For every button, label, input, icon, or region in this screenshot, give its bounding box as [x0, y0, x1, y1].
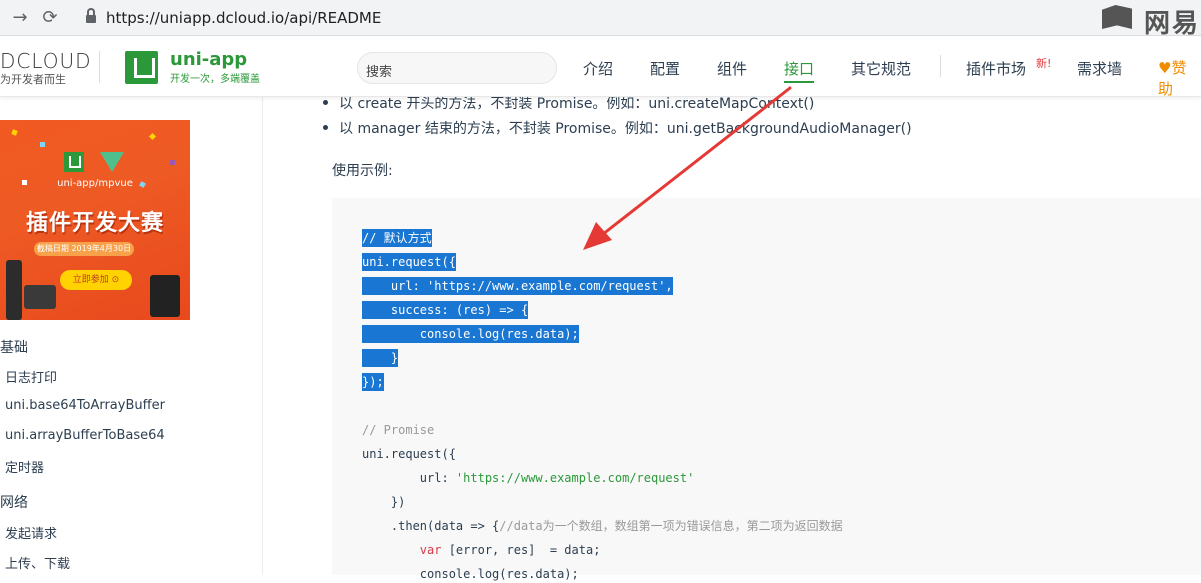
code-line: uni.request({	[362, 447, 456, 461]
nav-components[interactable]: 组件	[717, 58, 747, 79]
device-illustration	[150, 275, 180, 317]
sidebar-item-upload-download[interactable]: 上传、下载	[5, 553, 70, 572]
nav-other-specs[interactable]: 其它规范	[851, 58, 911, 79]
nav-intro[interactable]: 介绍	[583, 58, 613, 79]
dcloud-logo[interactable]: DCLOUD	[0, 49, 92, 73]
code-line: // Promise	[362, 423, 435, 437]
banner-title: 插件开发大赛	[25, 211, 164, 236]
new-badge: 新!	[1036, 57, 1052, 70]
code-line: });	[362, 373, 384, 391]
uni-app-logo-icon[interactable]	[125, 51, 158, 84]
nav-plugin-market[interactable]: 插件市场	[966, 58, 1026, 79]
sidebar-item-arraybuffer-to-base64[interactable]: uni.arrayBufferToBase64	[5, 428, 165, 443]
lock-icon	[86, 8, 96, 24]
code-line: url: 'https://www.example.com/request',	[362, 277, 673, 295]
code-line: })	[362, 495, 406, 509]
reload-icon[interactable]: ⟳	[38, 6, 62, 30]
code-line: url: 'https://www.example.com/request'	[362, 471, 695, 485]
search-input[interactable]: 搜索	[357, 52, 557, 84]
banner-subtitle: uni-app/mpvue	[57, 178, 133, 189]
code-line: .then(data => {//data为一个数组，数组第一项为错误信息，第二…	[362, 519, 843, 533]
uni-app-badge-icon	[64, 152, 84, 172]
banner-deadline: 截稿日期 2019年4月30日	[34, 242, 134, 256]
heart-icon: ♥	[1158, 59, 1172, 77]
device-illustration	[6, 260, 22, 320]
sidebar-group-basic[interactable]: 基础	[0, 337, 28, 357]
site-header: DCLOUD 为开发者而生 uni-app 开发一次，多端覆盖 搜索 介绍 配置…	[0, 37, 1201, 99]
search-placeholder: 搜索	[366, 65, 393, 80]
code-line: uni.request({	[362, 253, 456, 271]
main-content: 以 create 开头的方法，不封装 Promise。例如：uni.create…	[264, 96, 1201, 581]
nav-sponsor[interactable]: ♥赞助	[1158, 57, 1201, 99]
usage-label: 使用示例:	[332, 163, 393, 179]
browser-toolbar: → ⟳ https://uniapp.dcloud.io/api/README …	[0, 0, 1201, 39]
code-line: var [error, res] = data;	[419, 543, 601, 557]
code-line: console.log(res.data);	[362, 567, 579, 581]
nav-api[interactable]: 接口	[784, 58, 815, 83]
header-divider	[99, 51, 100, 83]
address-bar[interactable]: https://uniapp.dcloud.io/api/README	[78, 4, 1088, 32]
sidebar-item-timer[interactable]: 定时器	[5, 457, 44, 476]
sidebar-item-base64-to-arraybuffer[interactable]: uni.base64ToArrayBuffer	[5, 398, 165, 413]
url-text: https://uniapp.dcloud.io/api/README	[106, 9, 382, 27]
sidebar-item-request[interactable]: 发起请求	[5, 523, 57, 542]
banner-join-button[interactable]: 立即参加 ⊙	[60, 270, 132, 290]
nav-config[interactable]: 配置	[650, 58, 680, 79]
app-tagline: 开发一次，多端覆盖	[170, 74, 260, 85]
watermark: 网易	[1100, 0, 1201, 39]
sidebar-group-network[interactable]: 网络	[0, 492, 28, 512]
watermark-text: 网易	[1144, 9, 1201, 39]
sidebar: uni-app/mpvue 插件开发大赛 截稿日期 2019年4月30日 立即参…	[0, 97, 263, 575]
book-icon	[1102, 5, 1132, 29]
sidebar-item-log[interactable]: 日志打印	[5, 367, 57, 386]
vue-badge-icon	[100, 152, 124, 172]
code-line: console.log(res.data);	[362, 325, 579, 343]
contest-banner[interactable]: uni-app/mpvue 插件开发大赛 截稿日期 2019年4月30日 立即参…	[0, 120, 190, 320]
app-name[interactable]: uni-app	[170, 49, 247, 70]
code-block[interactable]: // 默认方式 uni.request({ url: 'https://www.…	[332, 198, 1201, 581]
list-item: 以 manager 结束的方法，不封装 Promise。例如：uni.getBa…	[323, 118, 912, 138]
dcloud-slogan: 为开发者而生	[0, 73, 66, 86]
nav-requests[interactable]: 需求墙	[1077, 58, 1122, 79]
device-illustration	[24, 285, 56, 309]
forward-icon[interactable]: →	[8, 6, 32, 30]
code-line: // 默认方式	[362, 229, 432, 247]
code-line: success: (res) => {	[362, 301, 529, 319]
nav-divider	[940, 55, 941, 77]
code-line: }	[362, 349, 399, 367]
